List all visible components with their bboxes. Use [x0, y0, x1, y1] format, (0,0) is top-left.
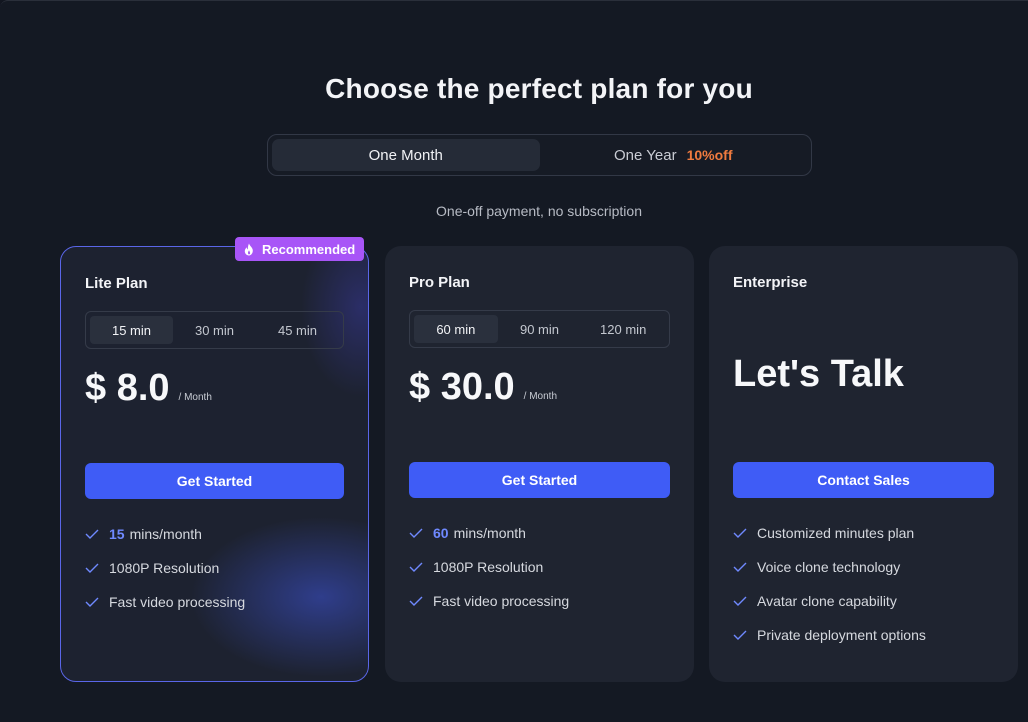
feature-item: 60 mins/month: [409, 516, 670, 550]
check-icon: [409, 562, 423, 572]
feature-text: Customized minutes plan: [757, 525, 915, 541]
duration-option-15-min[interactable]: 15 min: [90, 316, 173, 344]
feature-item: 15 mins/month: [85, 517, 344, 551]
flame-icon: [244, 242, 253, 255]
recommended-badge: Recommended: [235, 237, 365, 261]
billing-period-toggle: One Month One Year 10%off: [267, 134, 812, 176]
page-title: Choose the perfect plan for you: [325, 73, 753, 104]
price-period: / Month: [178, 392, 212, 403]
duration-option-30-min[interactable]: 30 min: [173, 316, 256, 344]
feature-text: mins/month: [129, 526, 202, 542]
check-icon: [733, 596, 747, 606]
duration-option-60-min[interactable]: 60 min: [414, 315, 498, 343]
duration-option-120-min[interactable]: 120 min: [581, 315, 665, 343]
check-icon: [733, 562, 747, 572]
feature-text: Voice clone technology: [757, 559, 901, 575]
feature-item: 1080P Resolution: [85, 551, 344, 585]
check-icon: [733, 528, 747, 538]
feature-text: 1080P Resolution: [109, 560, 220, 576]
feature-item: Voice clone technology: [733, 550, 994, 584]
duration-selector: 15 min 30 min 45 min: [85, 311, 344, 349]
feature-item: Fast video processing: [85, 585, 344, 619]
billing-option-one-month[interactable]: One Month: [272, 139, 540, 171]
feature-list: Customized minutes plan Voice clone tech…: [733, 516, 994, 652]
pricing-page: Choose the perfect plan for you One Mont…: [0, 0, 1028, 722]
check-icon: [85, 597, 99, 607]
feature-list: 60 mins/month 1080P Resolution Fast vide…: [409, 516, 670, 618]
get-started-button[interactable]: Get Started: [409, 462, 670, 498]
feature-item: Private deployment options: [733, 618, 994, 652]
check-icon: [85, 529, 99, 539]
billing-option-label: One Month: [368, 146, 443, 164]
duration-option-90-min[interactable]: 90 min: [498, 315, 582, 343]
feature-item: Avatar clone capability: [733, 584, 994, 618]
feature-text: Avatar clone capability: [757, 593, 897, 609]
feature-text: Fast video processing: [109, 594, 246, 610]
feature-list: 15 mins/month 1080P Resolution Fast vide…: [85, 517, 344, 619]
plan-name: Pro Plan: [409, 274, 470, 291]
feature-highlight: 15: [109, 526, 125, 542]
feature-text: Private deployment options: [757, 627, 926, 643]
billing-option-label: One Year: [614, 146, 677, 164]
billing-option-one-year[interactable]: One Year 10%off: [540, 139, 808, 171]
get-started-button[interactable]: Get Started: [85, 463, 344, 499]
check-icon: [85, 563, 99, 573]
plan-card-lite: Lite Plan 15 min 30 min 45 min $ 8.0 / M…: [60, 246, 369, 682]
plan-name: Enterprise: [733, 274, 808, 291]
check-icon: [409, 528, 423, 538]
feature-item: 1080P Resolution: [409, 550, 670, 584]
plan-card-enterprise: Enterprise Let's Talk Contact Sales Cust…: [709, 246, 1018, 682]
plan-card-pro: Pro Plan 60 min 90 min 120 min $ 30.0 / …: [385, 246, 694, 682]
feature-item: Customized minutes plan: [733, 516, 994, 550]
price-period: / Month: [523, 391, 558, 402]
recommended-badge-label: Recommended: [262, 241, 356, 257]
duration-option-45-min[interactable]: 45 min: [256, 316, 339, 344]
plan-name: Lite Plan: [85, 275, 148, 292]
duration-selector: 60 min 90 min 120 min: [409, 310, 670, 348]
feature-text: mins/month: [453, 525, 526, 541]
feature-text: 1080P Resolution: [433, 559, 544, 575]
enterprise-headline: Let's Talk: [733, 353, 904, 395]
plan-price: $ 30.0 / Month: [409, 366, 670, 408]
feature-text: Fast video processing: [433, 593, 570, 609]
feature-item: Fast video processing: [409, 584, 670, 618]
price-amount: $ 8.0: [85, 367, 170, 409]
price-amount: $ 30.0: [409, 366, 515, 408]
check-icon: [409, 596, 423, 606]
contact-sales-button[interactable]: Contact Sales: [733, 462, 994, 498]
payment-note: One-off payment, no subscription: [436, 203, 642, 219]
plan-price: $ 8.0 / Month: [85, 367, 344, 409]
feature-highlight: 60: [433, 525, 449, 541]
check-icon: [733, 630, 747, 640]
discount-badge: 10%off: [686, 147, 733, 163]
